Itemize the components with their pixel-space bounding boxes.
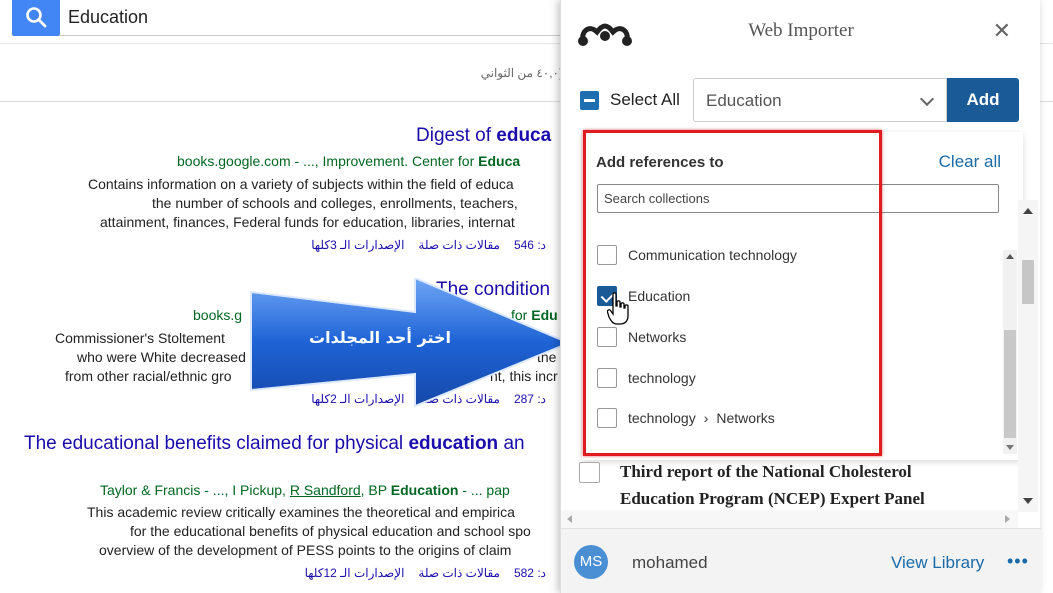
result-snippet-line: Commissioner's Stoltement bbox=[55, 330, 225, 346]
author-link[interactable]: R Sandford bbox=[290, 482, 361, 498]
scroll-thumb[interactable] bbox=[1004, 330, 1016, 438]
view-library-link[interactable]: View Library bbox=[891, 553, 984, 573]
result-meta: Taylor & Francis - ..., I Pickup, R Sand… bbox=[100, 482, 510, 498]
results-stats: (٤٠,٠ من الثواني bbox=[480, 66, 563, 80]
add-button[interactable]: Add bbox=[947, 78, 1019, 122]
reference-checkbox[interactable] bbox=[579, 462, 600, 483]
web-importer-panel: Web Importer ✕ Select All Education Add … bbox=[560, 0, 1041, 593]
panel-header: Web Importer ✕ bbox=[561, 0, 1041, 66]
select-all-label[interactable]: Select All bbox=[610, 90, 680, 110]
result-snippet-line: who were White decreased bbox=[77, 349, 246, 365]
result-meta: books.google.com - ..., Improvement. Cen… bbox=[177, 153, 521, 169]
horizontal-scrollbar[interactable] bbox=[561, 510, 1018, 528]
result-snippet-line: overview of the development of PESS poin… bbox=[99, 542, 512, 558]
result-title[interactable]: The educational benefits claimed for phy… bbox=[24, 434, 525, 453]
cited-by-link[interactable]: د: 546 bbox=[514, 238, 546, 252]
hand-cursor-icon bbox=[607, 292, 629, 325]
scroll-down-icon[interactable] bbox=[1006, 445, 1014, 450]
result-snippet-line: attainment, finances, Federal funds for … bbox=[100, 214, 515, 230]
related-link[interactable]: مقالات ذات صلة bbox=[418, 238, 500, 252]
result-meta: books.g bbox=[193, 307, 243, 323]
scroll-left-icon[interactable] bbox=[567, 515, 572, 523]
result-snippet-line: the number of schools and colleges, enro… bbox=[152, 195, 518, 211]
result-footer: د: 582 مقالات ذات صلة الإصدارات الـ 12كلها bbox=[291, 564, 546, 583]
panel-scrollbar[interactable] bbox=[1018, 200, 1038, 512]
scroll-thumb[interactable] bbox=[1022, 260, 1034, 304]
related-link[interactable]: مقالات ذات صلة bbox=[418, 566, 500, 580]
reference-title: Third report of the National Cholesterol… bbox=[620, 462, 925, 508]
arrow-label: اختر أحد المجلدات bbox=[309, 328, 451, 347]
more-options-icon[interactable]: ••• bbox=[1007, 551, 1029, 572]
select-all-checkbox[interactable] bbox=[580, 91, 599, 110]
collection-select-value: Education bbox=[706, 91, 782, 110]
result-footer: د: 546 مقالات ذات صلة الإصدارات الـ 3كلها bbox=[297, 236, 546, 255]
clear-all-link[interactable]: Clear all bbox=[939, 152, 1001, 172]
result-snippet-line: from other racial/ethnic gro bbox=[65, 368, 232, 384]
panel-title: Web Importer bbox=[748, 20, 854, 41]
search-icon bbox=[26, 7, 47, 28]
result-snippet-line: Contains information on a variety of sub… bbox=[88, 176, 514, 192]
panel-footer: MS mohamed View Library ••• bbox=[561, 528, 1041, 593]
scroll-up-icon[interactable] bbox=[1023, 208, 1033, 214]
scroll-right-icon[interactable] bbox=[1005, 515, 1010, 523]
search-input[interactable] bbox=[60, 0, 580, 36]
result-snippet-line: for the educational benefits of physical… bbox=[130, 523, 531, 539]
cited-by-link[interactable]: د: 582 bbox=[514, 566, 546, 580]
scroll-up-icon[interactable] bbox=[1006, 254, 1014, 259]
result-title[interactable]: Digest of educa bbox=[416, 126, 551, 145]
result-snippet-line: This academic review critically examines… bbox=[87, 504, 515, 520]
scroll-down-icon[interactable] bbox=[1023, 498, 1033, 504]
versions-link[interactable]: الإصدارات الـ 3كلها bbox=[311, 238, 404, 252]
username: mohamed bbox=[632, 553, 708, 572]
versions-link[interactable]: الإصدارات الـ 12كلها bbox=[305, 566, 405, 580]
dropdown-scrollbar[interactable] bbox=[1003, 250, 1017, 454]
close-icon[interactable]: ✕ bbox=[993, 20, 1011, 42]
collection-select[interactable]: Education bbox=[693, 78, 947, 122]
search-button[interactable] bbox=[12, 0, 60, 36]
chevron-down-icon bbox=[919, 91, 935, 107]
avatar[interactable]: MS bbox=[574, 545, 608, 579]
